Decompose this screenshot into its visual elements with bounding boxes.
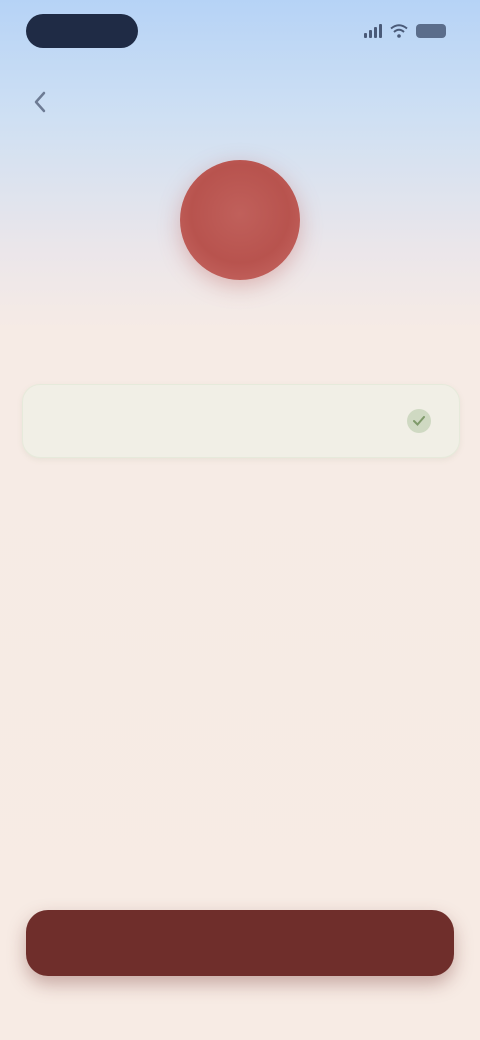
back-button[interactable] <box>22 84 58 120</box>
check-icon[interactable] <box>407 409 431 433</box>
chevron-left-icon <box>34 91 46 113</box>
status-icons <box>364 20 446 42</box>
primary-button[interactable] <box>26 910 454 976</box>
check-mark-glyph <box>413 416 425 426</box>
input-card <box>22 384 460 458</box>
text-input[interactable] <box>53 405 397 439</box>
status-bar <box>0 0 480 60</box>
avatar <box>180 160 300 280</box>
battery-icon <box>416 24 446 38</box>
signal-icon <box>364 24 382 38</box>
status-time <box>26 14 138 48</box>
wifi-icon <box>390 24 408 38</box>
screen <box>0 0 480 1040</box>
top-nav <box>0 78 480 122</box>
